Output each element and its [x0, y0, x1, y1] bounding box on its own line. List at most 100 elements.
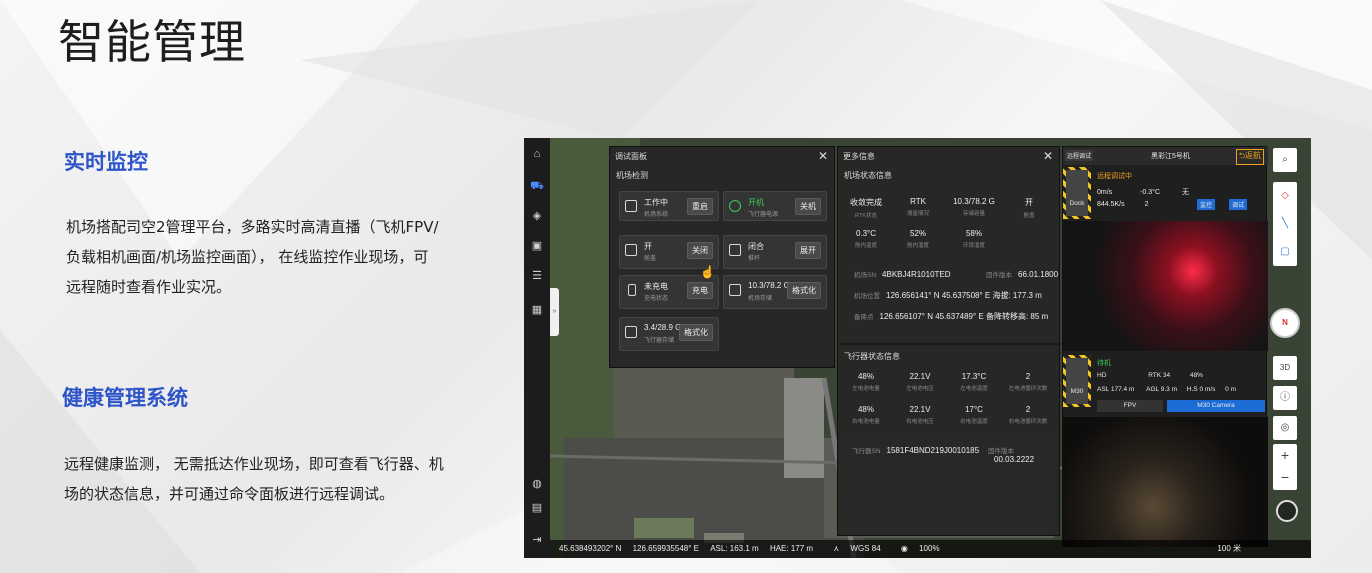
- dock-camera-view[interactable]: [1063, 221, 1268, 351]
- item-value: 开机: [748, 198, 764, 207]
- storage-icon: [625, 326, 637, 338]
- media-icon[interactable]: ▣: [529, 238, 545, 254]
- cursor-hand-icon: ☝: [700, 265, 715, 279]
- horizontal-speed: H.S 0 m/s: [1186, 386, 1216, 393]
- locate-icon[interactable]: ◎: [1273, 416, 1297, 440]
- layer-switch-icon[interactable]: [1276, 500, 1298, 522]
- debug-item-pushrod: 闭合 推杆 展开: [723, 235, 827, 269]
- left-toolbar: ⌂ ⛟ ◈ ▣ ☰ ▦ ◍ ▤ ⇥: [524, 138, 550, 558]
- divider: [838, 343, 1061, 345]
- close-hatch-button[interactable]: 关闭: [687, 242, 713, 259]
- text-line: 场的状态信息，并可通过命令面板进行远程调试。: [64, 485, 395, 503]
- line-icon[interactable]: ╲: [1273, 210, 1297, 238]
- globe-icon[interactable]: ◍: [529, 476, 545, 492]
- polygon-icon[interactable]: ▢: [1273, 238, 1297, 266]
- rtk-count: 34: [1162, 372, 1171, 379]
- logo-icon: ⌂: [533, 148, 541, 160]
- debug-item-dock-storage: 10.3/78.2 G 机场存储 格式化: [723, 275, 827, 309]
- view-3d-button[interactable]: 3D: [1273, 356, 1297, 380]
- close-icon[interactable]: ✕: [1043, 147, 1053, 166]
- status-wgs: ⋏ WGS 84: [824, 544, 880, 553]
- drone-sn: 飞行器SN 1581F4BND219J0010185: [852, 445, 979, 455]
- stat-label: 左电池电量: [852, 386, 880, 392]
- power-icon: [729, 200, 741, 212]
- logout-icon[interactable]: ⇥: [529, 532, 545, 548]
- text-line: 远程随时查看作业实况。: [66, 278, 232, 296]
- stat-label: 左电池温度: [960, 386, 988, 392]
- system-icon: [625, 200, 637, 212]
- kv-key: 飞行器SN: [852, 448, 881, 455]
- stat-label: 舱内湿度: [906, 243, 929, 249]
- return-label: 返航: [1245, 151, 1261, 160]
- status-zoom-text: 100%: [919, 544, 940, 553]
- drone-camera-view[interactable]: [1063, 417, 1268, 547]
- status-bar: 45.638493202° N 126.659935548° E ASL: 16…: [550, 540, 1311, 558]
- distance: 0 m: [1225, 386, 1236, 393]
- kv-value: 1581F4BND219J0010185: [886, 446, 980, 455]
- hd-signal: HD: [1097, 372, 1107, 379]
- compass-icon[interactable]: N: [1270, 308, 1300, 338]
- drone-stat: 2 右电池循环次数: [1000, 405, 1056, 425]
- layers-icon[interactable]: ◈: [529, 208, 545, 224]
- tab-fpv[interactable]: FPV: [1097, 400, 1163, 412]
- collapse-handle[interactable]: »: [550, 288, 559, 336]
- status-text: 远程调试中: [1097, 173, 1132, 180]
- section-title-monitoring: 实时监控: [64, 150, 148, 174]
- search-icon[interactable]: ⌕: [1273, 148, 1297, 172]
- pin-icon[interactable]: ◇: [1273, 182, 1297, 210]
- dock-icon[interactable]: ⛟: [529, 178, 545, 194]
- item-value: 3.4/28.9 G: [644, 323, 682, 332]
- dock-status-title: 机场状态信息: [844, 171, 892, 180]
- sat-count: 2: [1144, 201, 1149, 208]
- page-title: 智能管理: [58, 15, 246, 69]
- zoom-out-icon[interactable]: −: [1273, 466, 1297, 488]
- stat-value: 开: [1025, 198, 1033, 207]
- shutdown-button[interactable]: 关机: [795, 198, 821, 215]
- stat-label: 右电池温度: [960, 419, 988, 425]
- stat-label: 右电池电量: [852, 419, 880, 425]
- section-text-monitoring: 机场搭配司空2管理平台，多路实时高清直播（飞机FPV/ 负载相机画面/机场监控画…: [66, 212, 506, 302]
- stat-label: 舱盖: [1023, 213, 1035, 219]
- stat-value: 2: [1025, 405, 1031, 414]
- restart-button[interactable]: 重启: [687, 198, 713, 215]
- task-icon[interactable]: ☰: [529, 268, 545, 284]
- format-drone-button[interactable]: 格式化: [679, 324, 713, 341]
- tab-remote-debug[interactable]: 远程调试: [1065, 150, 1094, 161]
- stat-value: 22.1V: [909, 372, 931, 381]
- stat-value: 48%: [857, 405, 874, 414]
- log-icon[interactable]: ▤: [529, 500, 545, 516]
- dock-stat: 0.3°C 舱内温度: [838, 229, 894, 249]
- drone-stat: 17°C 右电池温度: [946, 405, 1002, 425]
- close-icon[interactable]: ✕: [818, 147, 828, 166]
- battery-icon: [628, 284, 636, 296]
- zoom-in-icon[interactable]: +: [1273, 444, 1297, 466]
- status-asl: ASL: 163.1 m: [710, 544, 759, 553]
- ring-icon: ◉: [900, 544, 908, 553]
- info-icon[interactable]: ⓘ: [1273, 386, 1297, 410]
- item-value: 10.3/78.2 G: [748, 281, 790, 290]
- kv-key: 固件版本: [988, 448, 1014, 455]
- expand-button[interactable]: 展开: [795, 242, 821, 259]
- stat-value: 收敛完成: [850, 198, 882, 207]
- tab-m30-camera[interactable]: M30 Camera: [1167, 400, 1265, 412]
- calendar-icon[interactable]: ▦: [529, 302, 545, 318]
- kv-value: 4BKBJ4R1010TED: [882, 270, 951, 279]
- network-speed: 844.5K/s: [1097, 201, 1125, 208]
- monitor-button[interactable]: 监控: [1197, 199, 1216, 210]
- debug-panel-header: 调试面板 ✕: [610, 147, 834, 166]
- format-dock-button[interactable]: 格式化: [787, 282, 821, 299]
- dock-thumb[interactable]: Dock: [1063, 167, 1091, 219]
- item-label: 机场系统: [644, 212, 669, 218]
- charge-button[interactable]: 充电: [687, 282, 713, 299]
- stat-label: 存储容量: [962, 211, 985, 217]
- drone-stat: 22.1V 右电池电压: [892, 405, 948, 425]
- rain: 无: [1182, 189, 1189, 196]
- agl: AGL 9.3 m: [1146, 386, 1177, 393]
- battery-level: 48%: [1189, 372, 1203, 379]
- debug-button[interactable]: 调试: [1229, 199, 1248, 210]
- kv-key: 机场位置: [854, 293, 880, 300]
- return-home-button[interactable]: ⮌返航: [1235, 149, 1264, 165]
- dock-info-row1: 0m/s -0.3°C 无: [1097, 187, 1267, 197]
- kv-value: 66.01.1800: [1018, 270, 1059, 279]
- drone-thumb[interactable]: M30: [1063, 355, 1091, 407]
